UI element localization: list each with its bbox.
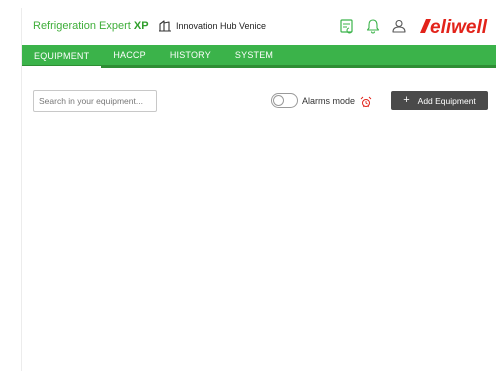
toggle-knob [273, 95, 284, 106]
add-equipment-button[interactable]: + Add Equipment [391, 91, 488, 110]
user-icon[interactable] [390, 17, 408, 35]
app-window: Refrigeration Expert XP Innovation Hub V… [21, 8, 496, 371]
bell-icon[interactable] [364, 17, 382, 35]
eliwell-logo: eliwell [420, 13, 492, 39]
sync-icon[interactable] [338, 17, 356, 35]
tab-haccp[interactable]: HACCP [101, 45, 158, 65]
brand-prefix: Refrigeration Expert [33, 20, 131, 32]
plus-icon: + [403, 94, 410, 106]
site-name: Innovation Hub Venice [176, 21, 267, 31]
equipment-search-input[interactable] [33, 90, 157, 112]
add-equipment-label: Add Equipment [417, 95, 476, 106]
equipment-list-area [22, 118, 496, 371]
alarms-mode-control: Alarms mode [271, 93, 372, 108]
tab-equipment[interactable]: EQUIPMENT [22, 45, 102, 68]
app-header: Refrigeration Expert XP Innovation Hub V… [22, 8, 496, 45]
alarms-mode-toggle[interactable] [271, 93, 298, 108]
app-brand: Refrigeration Expert XP [33, 20, 149, 32]
tab-history[interactable]: HISTORY [158, 45, 223, 65]
equipment-toolbar: Alarms mode + Add Equipment [22, 68, 496, 112]
logo-text: eliwell [430, 17, 488, 38]
building-icon [158, 19, 172, 33]
tab-system[interactable]: SYSTEM [223, 45, 285, 65]
site-selector[interactable]: Innovation Hub Venice [158, 19, 266, 33]
alarm-clock-icon [360, 95, 372, 107]
header-icons [338, 17, 416, 35]
brand-suffix: XP [133, 20, 149, 32]
main-nav: EQUIPMENT HACCP HISTORY SYSTEM [22, 45, 496, 68]
alarms-mode-label: Alarms mode [302, 95, 356, 106]
